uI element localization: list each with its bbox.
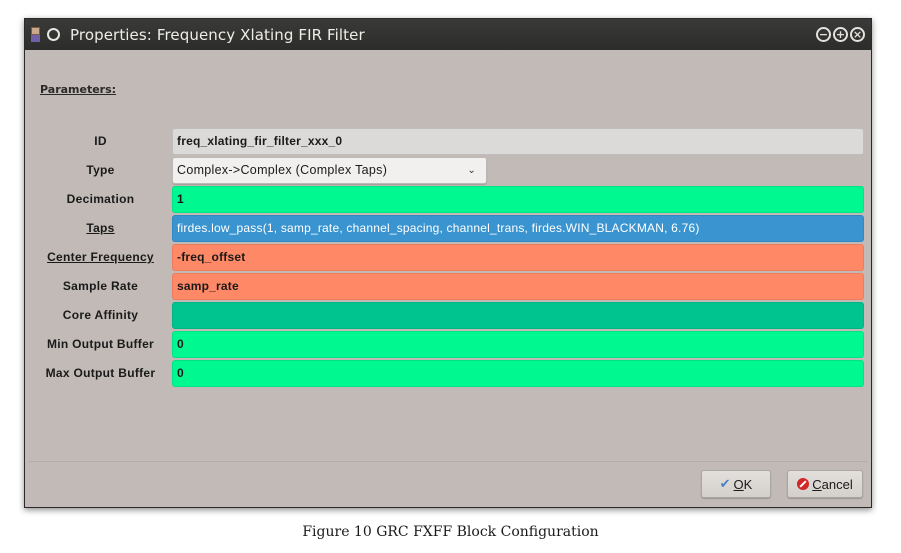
max-output-buffer-field[interactable]: 0 xyxy=(172,359,864,387)
param-row-type: Type Complex->Complex (Complex Taps) ⌄ xyxy=(29,156,864,184)
param-row-core-affinity: Core Affinity xyxy=(29,301,864,329)
param-label: Center Frequency xyxy=(29,250,172,264)
param-label: Max Output Buffer xyxy=(45,366,156,380)
param-label: Taps xyxy=(29,221,172,235)
param-label: Decimation xyxy=(66,192,135,206)
ok-button[interactable]: ✔ OK xyxy=(701,470,771,498)
figure-caption: Figure 10 GRC FXFF Block Configuration xyxy=(302,524,599,540)
window-menu-icon[interactable] xyxy=(47,28,60,41)
maximize-icon[interactable]: + xyxy=(833,27,848,42)
param-row-sample-rate: Sample Rate samp_rate xyxy=(29,272,864,300)
cancel-button[interactable]: Cancel xyxy=(787,470,863,498)
ok-label: K xyxy=(743,476,753,492)
close-icon[interactable]: × xyxy=(850,27,865,42)
taps-label: Taps xyxy=(86,221,115,235)
app-icon xyxy=(31,27,40,42)
param-row-taps: Taps firdes.low_pass(1, samp_rate, chann… xyxy=(29,214,864,242)
param-label: Min Output Buffer xyxy=(46,337,155,351)
sample-rate-field[interactable]: samp_rate xyxy=(172,272,864,300)
cancel-icon xyxy=(797,478,810,490)
center-frequency-label: Center Frequency xyxy=(47,250,154,264)
param-row-min-output-buffer: Min Output Buffer 0 xyxy=(29,330,864,358)
chevron-down-icon: ⌄ xyxy=(467,164,476,176)
type-dropdown[interactable]: Complex->Complex (Complex Taps) ⌄ xyxy=(172,156,487,184)
cancel-mnemonic: C xyxy=(812,476,822,492)
minimize-icon[interactable]: − xyxy=(816,27,831,42)
core-affinity-field[interactable] xyxy=(172,301,864,329)
center-frequency-field[interactable]: -freq_offset xyxy=(172,243,864,271)
title-bar[interactable]: Properties: Frequency Xlating FIR Filter… xyxy=(25,19,871,50)
ok-mnemonic: O xyxy=(733,476,744,492)
param-row-center-frequency: Center Frequency -freq_offset xyxy=(29,243,864,271)
param-row-decimation: Decimation 1 xyxy=(29,185,864,213)
properties-dialog: Properties: Frequency Xlating FIR Filter… xyxy=(24,18,872,508)
taps-field[interactable]: firdes.low_pass(1, samp_rate, channel_sp… xyxy=(172,214,864,242)
type-selected-value: Complex->Complex (Complex Taps) xyxy=(177,163,388,177)
window-title: Properties: Frequency Xlating FIR Filter xyxy=(70,25,365,44)
param-label: Sample Rate xyxy=(62,279,139,293)
parameters-heading: Parameters: xyxy=(40,83,117,96)
cancel-label: ancel xyxy=(821,476,853,492)
id-field[interactable]: freq_xlating_fir_filter_xxx_0 xyxy=(172,127,864,155)
parameters-panel: Parameters: ID freq_xlating_fir_filter_x… xyxy=(29,54,867,462)
param-label: Core Affinity xyxy=(62,308,139,322)
checkmark-icon: ✔ xyxy=(719,476,731,491)
decimation-field[interactable]: 1 xyxy=(172,185,864,213)
min-output-buffer-field[interactable]: 0 xyxy=(172,330,864,358)
param-label: ID xyxy=(94,134,107,148)
param-label: Type xyxy=(86,163,115,177)
param-row-id: ID freq_xlating_fir_filter_xxx_0 xyxy=(29,127,864,155)
param-row-max-output-buffer: Max Output Buffer 0 xyxy=(29,359,864,387)
